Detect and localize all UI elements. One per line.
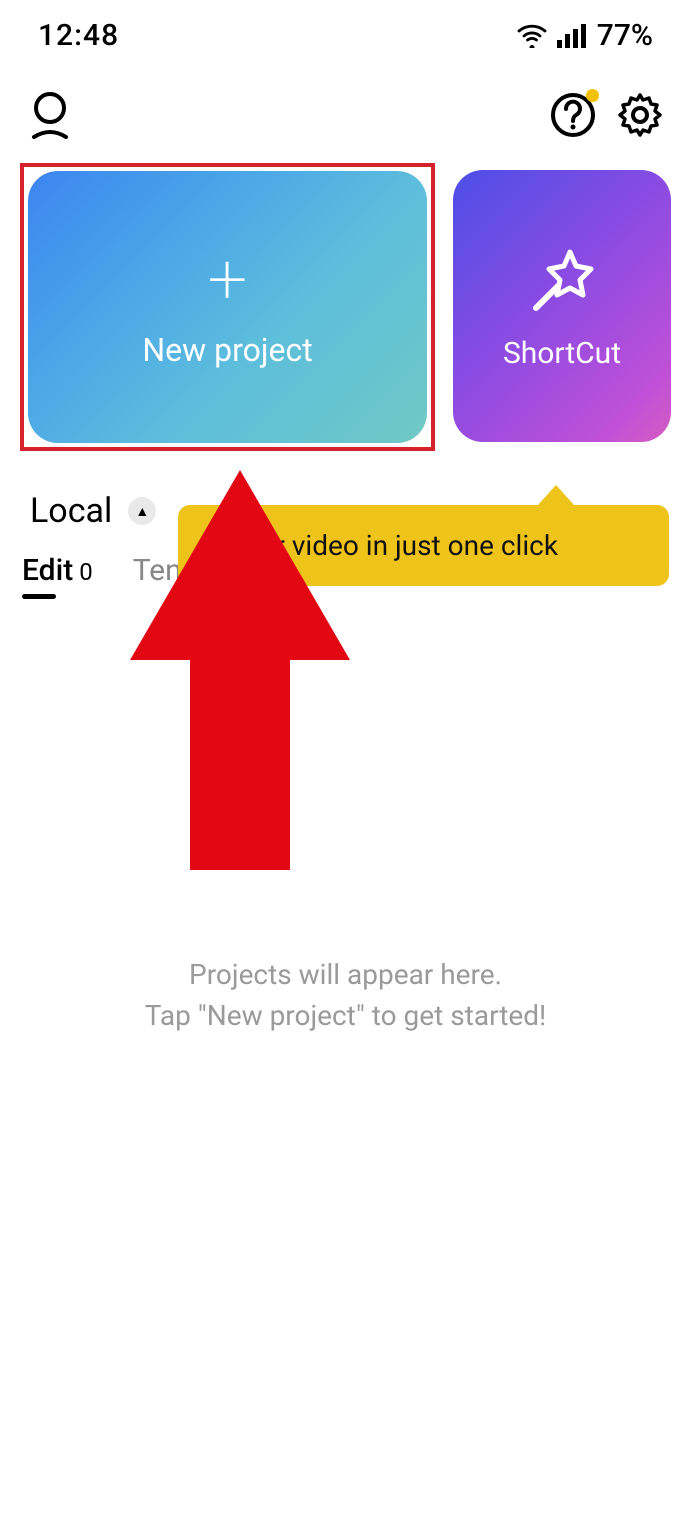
tab-edit[interactable]: Edit 0 [22,553,93,599]
empty-state: Projects will appear here. Tap "New proj… [0,955,691,1036]
tab-edit-count: 0 [79,558,93,586]
tooltip-text: te your video in just one click [178,505,669,586]
cards-row: + New project ShortCut [0,163,691,451]
tab-templates[interactable]: Ten [133,553,182,599]
plus-icon: + [208,245,247,315]
settings-icon[interactable] [617,92,663,142]
wifi-icon [517,24,547,48]
tab-edit-label: Edit [22,553,73,588]
magic-wand-icon [522,242,602,336]
new-project-button[interactable]: + New project [28,171,427,443]
highlight-box: + New project [20,163,435,451]
top-icon-bar [0,63,691,163]
help-icon[interactable] [549,91,597,143]
shortcut-label: ShortCut [503,336,621,371]
notification-dot [586,89,599,102]
tab-underline [22,594,56,599]
status-time: 12:48 [38,18,119,53]
status-bar: 12:48 77% [0,0,691,63]
tab-templates-label: Ten [133,553,182,588]
shortcut-button[interactable]: ShortCut [453,170,671,442]
new-project-label: New project [142,331,312,369]
profile-icon[interactable] [28,91,72,143]
battery-text: 77% [597,18,653,53]
tooltip: te your video in just one click [178,485,669,586]
empty-state-line1: Projects will appear here. [40,955,651,996]
status-indicators: 77% [517,18,653,53]
signal-icon [557,24,587,48]
empty-state-line2: Tap "New project" to get started! [40,996,651,1037]
tooltip-pointer [538,485,574,505]
storage-filter-label: Local [30,491,112,531]
caret-up-icon: ▲ [128,497,156,525]
